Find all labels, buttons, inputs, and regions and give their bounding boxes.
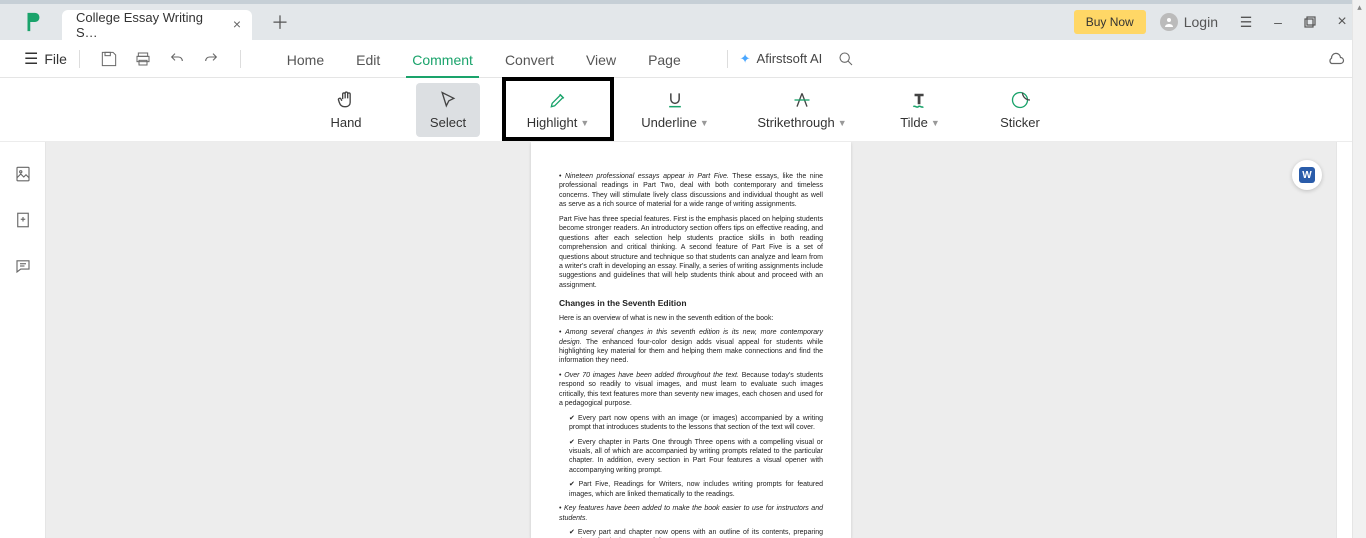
cloud-icon[interactable] [1322,45,1350,73]
menu-view[interactable]: View [584,44,618,74]
left-sidebar [0,142,46,538]
comment-ribbon: Hand Select Highlight▼ Underline▼ Strike… [0,78,1366,142]
sticker-icon [1010,89,1030,111]
login-button[interactable]: Login [1160,13,1218,31]
tool-label: Underline [641,115,697,130]
outer-scrollbar[interactable]: ▴ [1352,0,1366,538]
svg-text:T: T [915,91,923,106]
title-bar: College Essay Writing S… × ＋ Buy Now Log… [0,0,1366,40]
tool-label: Highlight [527,115,578,130]
app-logo [22,11,44,33]
tool-label: Select [430,115,466,130]
scroll-up-icon[interactable]: ▴ [1353,0,1366,14]
document-canvas[interactable]: Nineteen professional essays appear in P… [46,142,1336,538]
tool-label: Sticker [1000,115,1040,130]
cursor-icon [438,89,458,111]
hamburger-icon: ☰ [24,49,38,69]
minimize-icon[interactable]: – [1264,8,1292,36]
separator [240,50,241,68]
search-icon[interactable] [832,45,860,73]
tool-label: Hand [330,115,361,130]
tool-select[interactable]: Select [416,83,480,137]
save-icon[interactable] [96,46,122,72]
menu-edit[interactable]: Edit [354,44,382,74]
strikethrough-icon [792,89,812,111]
hamburger-menu-icon[interactable]: ☰ [1232,8,1260,36]
chevron-down-icon[interactable]: ▼ [838,118,847,128]
buy-now-button[interactable]: Buy Now [1074,10,1146,34]
word-export-badge[interactable]: W [1292,160,1322,190]
tool-label: Strikethrough [757,115,834,130]
tilde-icon: T [910,89,930,111]
tool-sticker[interactable]: Sticker [988,83,1052,137]
login-label: Login [1184,14,1218,30]
file-menu[interactable]: ☰ File [24,49,67,69]
tool-highlight[interactable]: Highlight▼ [518,83,598,137]
menu-bar: ☰ File Home Edit Comment Convert View Pa… [0,40,1366,78]
chevron-down-icon[interactable]: ▼ [931,118,940,128]
close-tab-icon[interactable]: × [230,17,244,31]
workspace: Nineteen professional essays appear in P… [0,142,1366,538]
chevron-down-icon[interactable]: ▼ [700,118,709,128]
tool-tilde[interactable]: T Tilde▼ [890,83,950,137]
redo-icon[interactable] [198,46,224,72]
bookmark-icon[interactable] [11,208,35,232]
hand-icon [336,89,356,111]
file-label: File [44,51,67,67]
tab-title: College Essay Writing S… [76,10,222,40]
print-icon[interactable] [130,46,156,72]
tool-hand[interactable]: Hand [314,83,378,137]
menu-home[interactable]: Home [285,44,326,74]
document-page: Nineteen professional essays appear in P… [531,142,851,538]
thumbnails-icon[interactable] [11,162,35,186]
comments-icon[interactable] [11,254,35,278]
section-heading: Changes in the Seventh Edition [559,298,823,309]
new-tab-button[interactable]: ＋ [266,8,294,36]
menu-convert[interactable]: Convert [503,44,556,74]
sparkle-icon: ✦ [740,51,751,67]
avatar-icon [1160,13,1178,31]
menu-comment[interactable]: Comment [410,44,475,74]
chevron-down-icon[interactable]: ▼ [580,118,589,128]
main-menus: Home Edit Comment Convert View Page [253,44,715,74]
undo-icon[interactable] [164,46,190,72]
restore-icon[interactable] [1296,8,1324,36]
tool-strikethrough[interactable]: Strikethrough ▼ [752,83,852,137]
separator [79,50,80,68]
menu-page[interactable]: Page [646,44,683,74]
underline-icon [665,89,685,111]
ai-button[interactable]: ✦ Afirstsoft AI [740,51,823,67]
document-tab[interactable]: College Essay Writing S… × [62,10,252,40]
separator [727,50,728,68]
tool-underline[interactable]: Underline▼ [636,83,714,137]
highlighter-icon [548,89,568,111]
ai-label: Afirstsoft AI [757,51,823,66]
tool-label: Tilde [900,115,928,130]
